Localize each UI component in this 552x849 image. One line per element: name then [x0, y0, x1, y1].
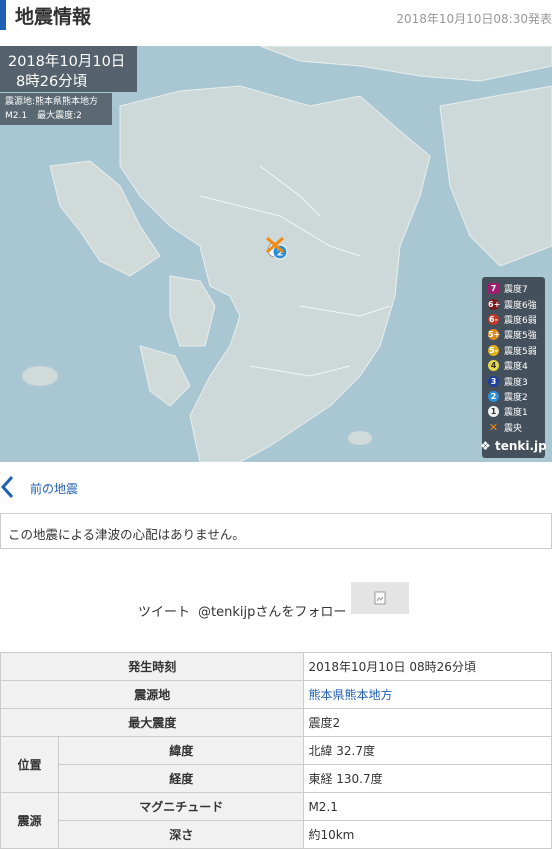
event-summary-box: 震源地:熊本県熊本地方 M2.1 最大震度:2 — [0, 93, 112, 125]
legend-item: 2 震度2 — [488, 389, 545, 404]
epicenter-header: 震源地 — [0, 680, 305, 709]
legend-swatch-7: 7 — [488, 283, 499, 295]
intensity-legend: 7 震度7 6+ 震度6強 6- 震度6弱 5+ 震度5強 5- 震度5弱 4 震度4 3震… — [482, 277, 545, 458]
tenki-logo-icon: ❖ — [480, 439, 491, 453]
legend-item: 1 震度1 — [488, 404, 545, 419]
legend-swatch-6minus: 6- — [488, 313, 499, 325]
longitude-value: 東経 130.7度 — [303, 764, 552, 793]
tenki-logo: ❖ tenki.jp — [480, 439, 547, 453]
epicenter-summary: 震源地:熊本県熊本地方 — [5, 97, 99, 107]
magnitude-header: マグニチュード — [57, 792, 305, 821]
table-row: 位置 緯度 北緯 32.7度 — [0, 736, 552, 793]
event-date: 2018年10月10日 — [8, 54, 126, 70]
quake-details-table: 発生時刻 2018年10月10日 08時26分頃 震源地 熊本県熊本地方 最大震… — [0, 652, 552, 849]
earthquake-map[interactable]: 2018年10月10日 8時26分頃 震源地:熊本県熊本地方 M2.1 最大震度:… — [0, 46, 552, 462]
event-time-box: 2018年10月10日 8時26分頃 — [0, 46, 137, 92]
depth-header: 深さ — [57, 820, 305, 849]
max-intensity-header: 最大震度 — [0, 708, 305, 737]
table-row: 最大震度 震度2 — [0, 708, 552, 737]
legend-swatch-epicenter: ✕ — [488, 420, 499, 434]
legend-item: ✕ 震央 — [488, 420, 523, 434]
table-row: 震源 マグニチュード M2.1 — [0, 792, 552, 849]
magnitude-value: M2.1 — [303, 792, 552, 821]
legend-swatch-4: 4 — [488, 360, 499, 372]
follow-button[interactable]: @tenkijpさんをフォロー — [198, 601, 346, 620]
legend-swatch-5minus: 5- — [488, 344, 499, 356]
epicenter-link[interactable]: 熊本県熊本地方 — [303, 680, 552, 709]
header-accent-bar — [0, 0, 6, 30]
occurred-header: 発生時刻 — [0, 652, 305, 681]
legend-swatch-6plus: 6+ — [488, 298, 501, 310]
tweet-button[interactable]: ツイート — [138, 601, 190, 620]
latitude-value: 北緯 32.7度 — [303, 736, 552, 765]
broken-image-placeholder[interactable] — [351, 582, 409, 614]
legend-item: 5- 震度5弱 — [488, 344, 537, 357]
page-title: 地震情報 — [15, 6, 92, 28]
legend-item: 5+ 震度5強 — [488, 329, 537, 342]
table-row: 経度 東経 130.7度 — [1, 764, 552, 793]
table-row: 震源地 熊本県熊本地方 — [0, 680, 552, 709]
broken-image-icon — [374, 591, 386, 605]
max-intensity-value: 震度2 — [303, 708, 552, 737]
position-header: 位置 — [0, 736, 59, 793]
source-header: 震源 — [0, 792, 59, 849]
epicenter-marker: 2 — [266, 236, 288, 260]
longitude-header: 経度 — [57, 764, 305, 793]
legend-swatch-5plus: 5+ — [488, 329, 501, 341]
depth-value: 約10km — [303, 820, 552, 849]
legend-item: 3 震度3 — [488, 373, 545, 388]
legend-item: 4 震度4 — [488, 358, 545, 373]
legend-item: 7 震度7 — [488, 281, 545, 296]
table-row: 深さ 約10km — [1, 820, 552, 849]
legend-swatch-2: 2 — [488, 390, 499, 402]
event-time: 8時26分頃 — [16, 74, 88, 90]
max-intensity-summary: 最大震度:2 — [37, 111, 82, 121]
prev-quake-label[interactable]: 前の地震 — [30, 480, 78, 497]
legend-item: 6+ 震度6強 — [488, 298, 537, 311]
legend-swatch-3: 3 — [488, 375, 499, 387]
legend-swatch-1: 1 — [488, 406, 499, 418]
page-header: 地震情報 2018年10月10日08:30発表 — [0, 0, 552, 46]
occurred-value: 2018年10月10日 08時26分頃 — [303, 652, 552, 681]
table-row: 発生時刻 2018年10月10日 08時26分頃 — [0, 652, 552, 681]
publish-datetime: 2018年10月10日08:30発表 — [396, 12, 552, 26]
latitude-header: 緯度 — [57, 736, 305, 765]
tsunami-notice: この地震による津波の心配はありません。 — [0, 513, 552, 549]
prev-quake-link[interactable]: 前の地震 — [0, 471, 552, 503]
magnitude-summary: M2.1 — [5, 111, 28, 121]
legend-item: 6- 震度6弱 — [488, 313, 537, 326]
magnitude-intensity-summary: M2.1 最大震度:2 — [5, 109, 107, 123]
chevron-left-icon — [0, 475, 14, 499]
social-buttons: ツイート @tenkijpさんをフォロー — [0, 582, 552, 622]
